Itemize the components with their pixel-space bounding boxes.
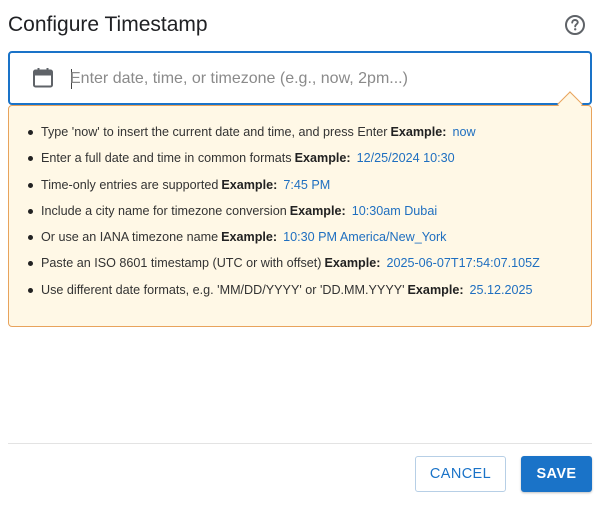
hint-item: Use different date formats, e.g. 'MM/DD/… <box>9 279 591 305</box>
hint-text: Enter a full date and time in common for… <box>41 151 292 166</box>
hint-list: Type 'now' to insert the current date an… <box>9 121 591 305</box>
footer-divider <box>8 443 592 444</box>
hint-item: Enter a full date and time in common for… <box>9 147 591 173</box>
timestamp-input[interactable] <box>70 61 570 97</box>
hint-text: Time-only entries are supported <box>41 177 219 192</box>
bullet-icon <box>28 208 33 214</box>
hint-item: Type 'now' to insert the current date an… <box>9 121 591 147</box>
hint-item: Include a city name for timezone convers… <box>9 200 591 226</box>
example-value[interactable]: 25.12.2025 <box>470 283 533 297</box>
example-label: Example: <box>324 256 381 271</box>
example-value[interactable]: 10:30am Dubai <box>352 204 437 218</box>
hint-text: Use different date formats, e.g. 'MM/DD/… <box>41 282 405 297</box>
example-value[interactable]: 12/25/2024 10:30 <box>357 151 455 165</box>
example-value[interactable]: 7:45 PM <box>283 178 330 192</box>
bullet-icon <box>28 130 33 135</box>
example-value[interactable]: 2025-06-07T17:54:07.105Z <box>386 256 539 270</box>
example-label: Example: <box>221 230 278 245</box>
cancel-button[interactable]: CANCEL <box>415 456 506 492</box>
bullet-icon <box>28 235 33 241</box>
timestamp-input-box[interactable] <box>8 51 592 105</box>
example-label: Example: <box>294 151 351 166</box>
bullet-icon <box>28 287 33 293</box>
hint-text: Include a city name for timezone convers… <box>41 203 287 218</box>
dialog-header: Configure Timestamp <box>8 12 592 40</box>
hint-item: Or use an IANA timezone name Example: 10:3… <box>9 226 591 252</box>
example-label: Example: <box>289 203 346 218</box>
calendar-icon[interactable] <box>32 67 54 89</box>
bullet-icon <box>28 182 33 188</box>
hints-panel: Type 'now' to insert the current date an… <box>8 105 592 327</box>
dialog-title: Configure Timestamp <box>8 13 208 36</box>
bullet-icon <box>28 156 33 162</box>
example-label: Example: <box>407 282 464 297</box>
hint-text: Or use an IANA timezone name <box>41 230 219 245</box>
hint-item: Time-only entries are supported Example: 7… <box>9 174 591 200</box>
example-label: Example: <box>221 177 278 192</box>
hint-text: Paste an ISO 8601 timestamp (UTC or with… <box>41 256 322 271</box>
save-button[interactable]: SAVE <box>521 456 592 492</box>
example-value[interactable]: 10:30 PM America/New_York <box>283 230 446 244</box>
example-value[interactable]: now <box>452 125 475 139</box>
hint-item: Paste an ISO 8601 timestamp (UTC or with… <box>9 252 591 278</box>
example-label: Example: <box>390 125 447 139</box>
hint-text: Type 'now' to insert the current date an… <box>41 125 388 139</box>
bullet-icon <box>28 261 33 267</box>
help-icon[interactable] <box>564 14 586 36</box>
